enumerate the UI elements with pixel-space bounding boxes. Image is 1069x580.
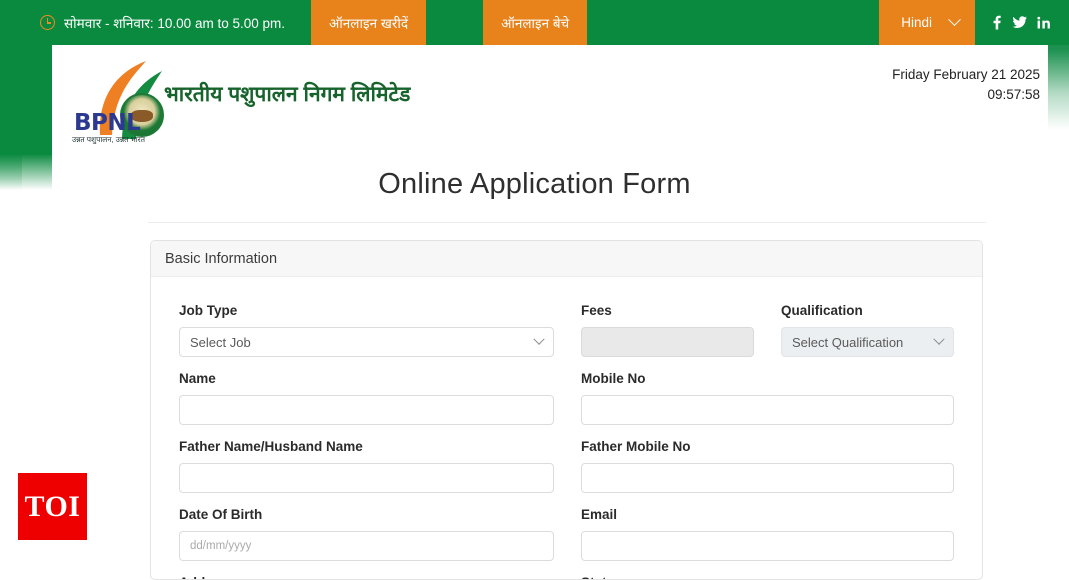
basic-information-card: Basic Information Job Type Select Job Fe… bbox=[150, 240, 983, 580]
toi-watermark-label: TOI bbox=[25, 490, 81, 524]
card-header-title: Basic Information bbox=[165, 251, 277, 267]
language-label: Hindi bbox=[901, 15, 932, 30]
name-input[interactable] bbox=[179, 395, 554, 425]
topbar-gap bbox=[426, 0, 483, 45]
job-type-value: Select Job bbox=[190, 335, 251, 350]
field-email: Email bbox=[581, 507, 954, 561]
business-hours: सोमवार - शनिवार: 10.00 am to 5.00 pm. bbox=[0, 0, 311, 45]
card-header: Basic Information bbox=[151, 241, 982, 277]
state-label: State bbox=[581, 575, 954, 580]
qualification-select[interactable]: Select Qualification bbox=[781, 327, 954, 357]
field-qualification: Qualification Select Qualification bbox=[781, 303, 954, 357]
header-time: 09:57:58 bbox=[892, 85, 1040, 105]
father-name-input[interactable] bbox=[179, 463, 554, 493]
chevron-down-icon bbox=[948, 13, 961, 26]
site-logo[interactable]: BPNL उन्नत पशुपालन, उन्नत भारत bbox=[70, 55, 170, 145]
title-divider bbox=[148, 222, 986, 223]
field-fees-qualification: Fees Qualification Select Qualification bbox=[581, 303, 954, 357]
address-label: Address bbox=[179, 575, 554, 580]
topbar-spacer bbox=[587, 0, 879, 45]
field-father-name: Father Name/Husband Name bbox=[179, 439, 554, 493]
twitter-icon[interactable] bbox=[1012, 16, 1027, 29]
father-name-label: Father Name/Husband Name bbox=[179, 439, 554, 455]
toi-watermark: TOI bbox=[18, 473, 87, 540]
field-date-of-birth: Date Of Birth dd/mm/yyyy bbox=[179, 507, 554, 561]
name-label: Name bbox=[179, 371, 554, 387]
field-mobile-no: Mobile No bbox=[581, 371, 954, 425]
header-datetime: Friday February 21 2025 09:57:58 bbox=[892, 65, 1040, 105]
email-label: Email bbox=[581, 507, 954, 523]
qualification-label: Qualification bbox=[781, 303, 954, 319]
job-type-select[interactable]: Select Job bbox=[179, 327, 554, 357]
chevron-down-icon bbox=[933, 334, 944, 345]
date-of-birth-input[interactable]: dd/mm/yyyy bbox=[179, 531, 554, 561]
bpnl-tagline: उन्नत पशुपालन, उन्नत भारत bbox=[72, 135, 145, 145]
buy-online-button[interactable]: ऑनलाइन खरीदें bbox=[311, 0, 426, 45]
job-type-label: Job Type bbox=[179, 303, 554, 319]
language-selector[interactable]: Hindi bbox=[879, 0, 975, 45]
field-father-mobile-no: Father Mobile No bbox=[581, 439, 954, 493]
field-job-type: Job Type Select Job bbox=[179, 303, 554, 357]
chevron-down-icon bbox=[533, 334, 544, 345]
facebook-icon[interactable] bbox=[991, 15, 1002, 30]
page-title: Online Application Form bbox=[0, 168, 1069, 201]
top-utility-bar: सोमवार - शनिवार: 10.00 am to 5.00 pm. ऑन… bbox=[0, 0, 1069, 45]
field-name: Name bbox=[179, 371, 554, 425]
field-address: Address bbox=[179, 575, 554, 580]
form-grid: Job Type Select Job Fees Qualification bbox=[151, 277, 982, 580]
organization-title: भारतीय पशुपालन निगम लिमिटेड bbox=[164, 80, 410, 108]
mobile-no-input[interactable] bbox=[581, 395, 954, 425]
site-header: BPNL उन्नत पशुपालन, उन्नत भारत भारतीय पश… bbox=[52, 45, 1048, 155]
date-of-birth-placeholder: dd/mm/yyyy bbox=[190, 540, 251, 552]
father-mobile-no-label: Father Mobile No bbox=[581, 439, 954, 455]
bpnl-logo-mark: BPNL उन्नत पशुपालन, उन्नत भारत bbox=[70, 55, 170, 145]
father-mobile-no-input[interactable] bbox=[581, 463, 954, 493]
mobile-no-label: Mobile No bbox=[581, 371, 954, 387]
linkedin-icon[interactable] bbox=[1037, 16, 1051, 29]
field-state: State bbox=[581, 575, 954, 580]
qualification-value: Select Qualification bbox=[792, 335, 903, 350]
email-input[interactable] bbox=[581, 531, 954, 561]
fees-label: Fees bbox=[581, 303, 754, 319]
fees-input[interactable] bbox=[581, 327, 754, 357]
business-hours-text: सोमवार - शनिवार: 10.00 am to 5.00 pm. bbox=[64, 14, 285, 32]
clock-icon bbox=[40, 15, 55, 30]
bpnl-wordmark: BPNL bbox=[74, 110, 140, 136]
date-of-birth-label: Date Of Birth bbox=[179, 507, 554, 523]
sell-online-button[interactable]: ऑनलाइन बेचे bbox=[483, 0, 587, 45]
field-fees: Fees bbox=[581, 303, 754, 357]
page-root: सोमवार - शनिवार: 10.00 am to 5.00 pm. ऑन… bbox=[0, 0, 1069, 580]
social-links bbox=[975, 0, 1069, 45]
header-date: Friday February 21 2025 bbox=[892, 65, 1040, 85]
